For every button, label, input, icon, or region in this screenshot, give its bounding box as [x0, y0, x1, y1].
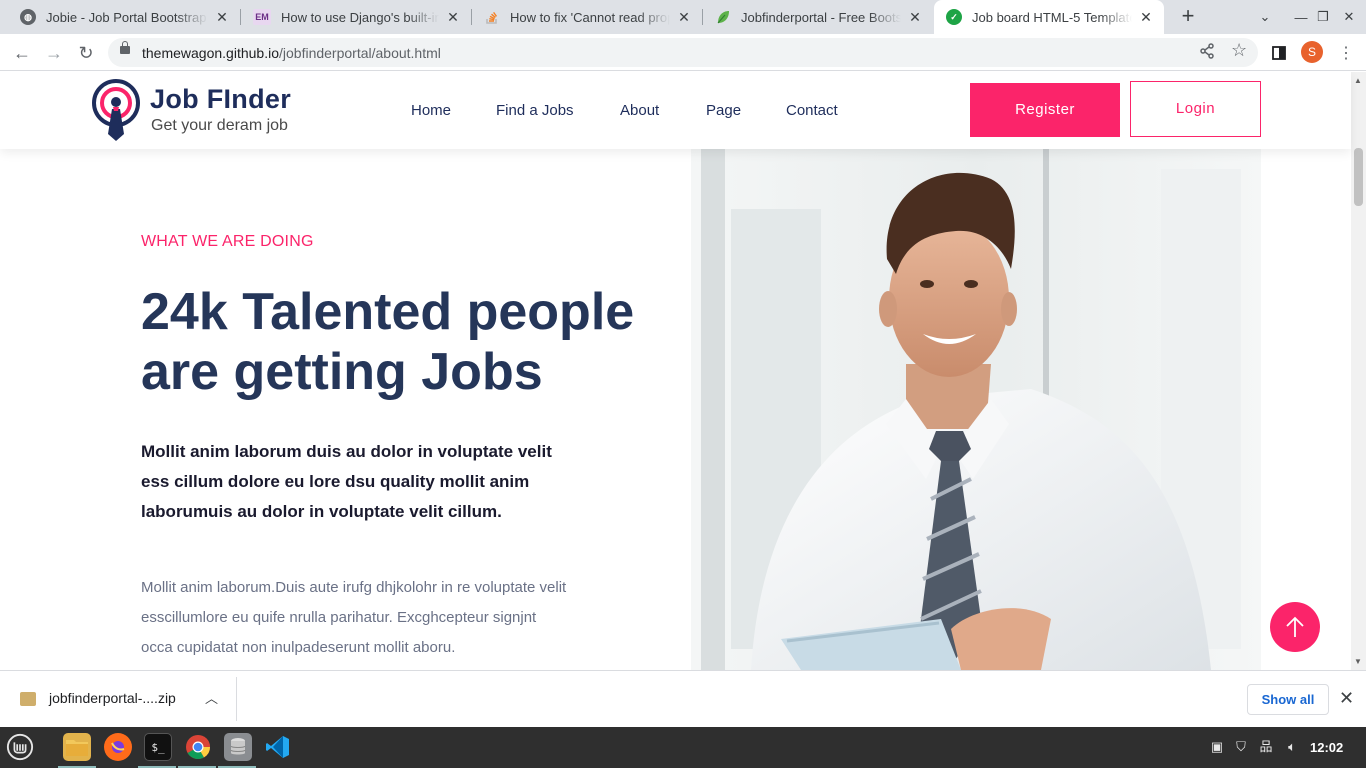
terminal-icon[interactable]: $_: [144, 733, 172, 761]
section-eyebrow: WHAT WE ARE DOING: [141, 233, 314, 250]
body-paragraph: Mollit anim laborum.Duis aute irufg dhjk…: [141, 579, 567, 656]
close-download-bar-icon[interactable]: ✕: [1339, 688, 1354, 709]
section-headline: 24k Talented people are getting Jobs: [141, 282, 661, 402]
logo-name[interactable]: Job FInder: [150, 84, 291, 115]
register-button[interactable]: Register: [970, 83, 1120, 137]
volume-icon[interactable]: 🔈︎: [1284, 739, 1300, 755]
browser-toolbar: ← → ↻ themewagon.github.io/jobfinderport…: [0, 34, 1366, 71]
url-host: themewagon.github.io: [142, 45, 279, 61]
clipboard-icon[interactable]: ▣: [1209, 739, 1225, 755]
bookmark-star-icon[interactable]: ☆: [1231, 40, 1247, 61]
scroll-down-arrow-icon[interactable]: ▼: [1354, 657, 1362, 666]
address-bar[interactable]: themewagon.github.io/jobfinderportal/abo…: [108, 38, 1258, 67]
tab-title: Jobie - Job Portal Bootstrap: [46, 9, 207, 25]
businessman-photo: [691, 149, 1261, 670]
tab-title: How to fix 'Cannot read prop: [510, 9, 670, 25]
browser-tab[interactable]: ◍ Jobie - Job Portal Bootstrap ✕: [8, 0, 240, 34]
scroll-to-top-button[interactable]: [1270, 602, 1320, 652]
logo-icon[interactable]: [90, 78, 142, 142]
side-panel-icon[interactable]: [1266, 40, 1292, 66]
browser-tab[interactable]: How to fix 'Cannot read prop ✕: [472, 0, 702, 34]
os-taskbar: $_ ▣ ⛉ 品 🔈︎ 12:02: [0, 727, 1366, 768]
login-button[interactable]: Login: [1130, 81, 1261, 137]
close-tab-icon[interactable]: ✕: [214, 9, 230, 26]
em-icon: EM: [253, 9, 271, 25]
close-window-button[interactable]: ✕: [1334, 0, 1364, 34]
tab-title: Job board HTML-5 Template: [972, 9, 1132, 25]
browser-tab[interactable]: Jobfinderportal - Free Boots ✕: [703, 0, 933, 34]
url-path: /jobfinderportal/about.html: [279, 45, 441, 61]
download-file-name[interactable]: jobfinderportal-....zip: [49, 690, 176, 706]
tab-title: How to use Django's built-in: [281, 9, 439, 25]
show-all-button[interactable]: Show all: [1247, 684, 1329, 715]
mint-menu-icon[interactable]: [6, 733, 34, 761]
chrome-icon[interactable]: [184, 733, 212, 761]
archive-file-icon[interactable]: [20, 692, 36, 706]
globe-icon: ◍: [20, 9, 36, 25]
scroll-up-arrow-icon[interactable]: ▲: [1354, 76, 1362, 85]
lock-icon[interactable]: [120, 41, 130, 54]
nav-page[interactable]: Page: [706, 102, 741, 119]
headline-line-1: 24k Talented people: [141, 283, 635, 341]
browser-tab[interactable]: EM How to use Django's built-in ✕: [241, 0, 471, 34]
files-icon[interactable]: [63, 733, 91, 761]
stackoverflow-icon: [484, 9, 500, 25]
leaf-icon: [715, 9, 731, 25]
firefox-icon[interactable]: [104, 733, 132, 761]
browser-tab-strip: ◍ Jobie - Job Portal Bootstrap ✕ EM How …: [0, 0, 1366, 34]
page-viewport: Job FInder Get your deram job Home Find …: [0, 72, 1366, 670]
tab-search-icon[interactable]: ⌄: [1250, 0, 1280, 34]
menu-kebab-icon[interactable]: ⋮: [1333, 40, 1359, 66]
nav-about[interactable]: About: [620, 102, 659, 119]
site-header: Job FInder Get your deram job Home Find …: [0, 72, 1351, 149]
close-tab-icon[interactable]: ✕: [907, 9, 923, 26]
nav-home[interactable]: Home: [411, 102, 451, 119]
nav-find-jobs[interactable]: Find a Jobs: [496, 102, 574, 119]
scrollbar-thumb[interactable]: [1354, 148, 1363, 206]
system-clock[interactable]: 12:02: [1310, 740, 1343, 755]
url-text[interactable]: themewagon.github.io/jobfinderportal/abo…: [142, 45, 441, 61]
share-icon[interactable]: [1200, 43, 1214, 64]
forward-button[interactable]: →: [41, 40, 67, 66]
browser-tab-active[interactable]: ✓ Job board HTML-5 Template ✕: [934, 0, 1164, 34]
new-tab-button[interactable]: +: [1176, 4, 1200, 28]
network-icon[interactable]: 品: [1258, 739, 1274, 755]
download-bar: jobfinderportal-....zip ︿ Show all ✕: [0, 670, 1366, 727]
lead-paragraph: Mollit anim laborum duis au dolor in vol…: [141, 442, 552, 521]
back-button[interactable]: ←: [9, 40, 35, 66]
arrow-up-icon: [1286, 616, 1304, 637]
logo-tagline: Get your deram job: [151, 117, 288, 134]
chevron-up-icon[interactable]: ︿: [205, 688, 218, 707]
close-tab-icon[interactable]: ✕: [676, 9, 692, 26]
download-separator: [236, 677, 237, 721]
shield-icon[interactable]: ⛉: [1233, 739, 1249, 755]
reload-button[interactable]: ↻: [73, 40, 99, 66]
headline-line-2: are getting Jobs: [141, 343, 543, 401]
profile-avatar[interactable]: S: [1301, 41, 1323, 63]
vscode-icon[interactable]: [264, 733, 292, 761]
check-icon: ✓: [946, 9, 962, 25]
page-scrollbar[interactable]: ▲ ▼: [1351, 72, 1366, 670]
close-tab-icon[interactable]: ✕: [445, 9, 461, 26]
nav-contact[interactable]: Contact: [786, 102, 838, 119]
tab-title: Jobfinderportal - Free Boots: [741, 9, 901, 25]
close-tab-icon[interactable]: ✕: [1138, 9, 1154, 26]
database-icon[interactable]: [224, 733, 252, 761]
